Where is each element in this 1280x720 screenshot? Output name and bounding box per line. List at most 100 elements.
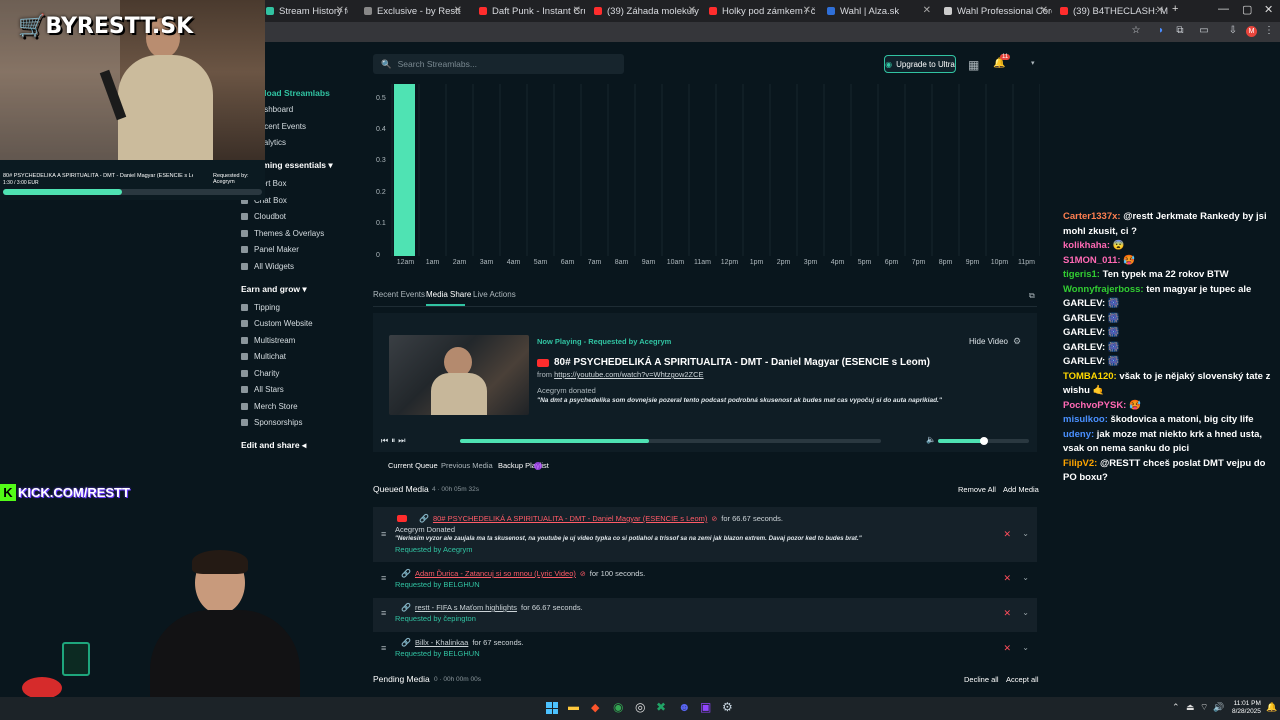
upgrade-button[interactable]: ◉ Upgrade to Ultra <box>884 55 956 73</box>
speaker-icon[interactable]: 🔊 <box>1213 702 1224 713</box>
puzzle-icon[interactable]: ⧉ <box>1175 26 1185 36</box>
sidebar-item-sponsorships[interactable]: Sponsorships <box>241 418 302 427</box>
browser-tab[interactable]: Wahl Professional Cordless De✕ <box>940 2 1052 20</box>
drag-handle-icon[interactable]: ≡ <box>381 573 386 583</box>
sidebar-item-panel-maker[interactable]: Panel Maker <box>241 245 299 254</box>
volume-icon[interactable]: 🔈 <box>926 435 936 444</box>
browser-tab[interactable]: Wahl | Alza.sk ✕ <box>823 2 935 20</box>
next-icon[interactable]: ⏭ <box>398 436 408 445</box>
start-button[interactable] <box>546 702 558 714</box>
tab-previous-media[interactable]: Previous Media <box>441 461 493 470</box>
close-tab-icon[interactable]: ✕ <box>1040 5 1048 16</box>
previous-icon[interactable]: ⏮ <box>381 436 391 445</box>
sidebar-item-all-widgets[interactable]: All Widgets <box>241 262 294 271</box>
close-tab-icon[interactable]: ✕ <box>1156 5 1164 16</box>
extension-icon[interactable]: ◗ <box>1156 26 1166 36</box>
remove-all-button[interactable]: Remove All <box>958 485 996 494</box>
discord-icon[interactable]: ☻ <box>678 700 691 714</box>
minimize-icon[interactable]: — <box>1218 3 1229 15</box>
search-input[interactable]: 🔍 Search Streamlabs... <box>373 54 624 74</box>
chart-bar[interactable] <box>394 84 415 256</box>
hide-video-button[interactable]: Hide Video <box>969 337 1008 346</box>
browser-tab[interactable]: Stream History for 8lerp Sl✕ <box>262 2 348 20</box>
drag-handle-icon[interactable]: ≡ <box>381 608 386 618</box>
browser-tab[interactable]: (39) Záhada molekuly DMT a j✕ <box>590 2 700 20</box>
profile-avatar[interactable]: M <box>1246 26 1257 37</box>
sidebar-item-custom-website[interactable]: Custom Website <box>241 319 313 328</box>
sidebar-section-edit-and-share[interactable]: Edit and share ◂ <box>241 440 306 451</box>
sidebar-icon[interactable]: ▭ <box>1199 26 1209 36</box>
close-tab-icon[interactable]: ✕ <box>454 5 462 16</box>
chevron-down-icon[interactable]: ⌄ <box>1022 608 1029 617</box>
close-tab-icon[interactable]: ✕ <box>803 5 811 16</box>
star-icon[interactable]: ☆ <box>1131 26 1141 36</box>
delete-icon[interactable]: ✕ <box>1003 608 1011 619</box>
clock[interactable]: 11:01 PM 8/28/2025 <box>1232 700 1261 716</box>
queue-item[interactable]: ≡ 🔗 80# PSYCHEDELIKÁ A SPIRITUALITA - DM… <box>373 507 1037 562</box>
queue-item[interactable]: ≡ 🔗 Billx - Khalinkaa for 67 seconds. Re… <box>373 633 1037 667</box>
close-tab-icon[interactable]: ✕ <box>688 5 696 16</box>
sidebar-item-charity[interactable]: Charity <box>241 369 279 378</box>
queue-item-title[interactable]: restt - FIFA s Maťom highlights <box>415 603 517 612</box>
browser-tab[interactable]: Daft Punk - Instant Crush (Vid✕ <box>475 2 585 20</box>
settings-gear-icon[interactable]: ⚙ <box>1013 336 1021 347</box>
apps-grid-icon[interactable]: ▦ <box>968 58 979 72</box>
steam-icon[interactable]: ⚙ <box>722 700 733 714</box>
new-tab-button[interactable]: + <box>1172 3 1178 15</box>
tab-recent-events[interactable]: Recent Events <box>373 290 425 299</box>
sidebar-item-tipping[interactable]: Tipping <box>241 303 280 312</box>
queue-item[interactable]: ≡ 🔗 Adam Ďurica - Zatancuj si so mnou (L… <box>373 563 1037 597</box>
tray-icon[interactable]: ⏏ <box>1186 702 1195 713</box>
media-url-link[interactable]: https://youtube.com/watch?v=Whtzgow2ZCE <box>554 370 703 379</box>
sidebar-section-earn-and-grow[interactable]: Earn and grow ▾ <box>241 284 307 295</box>
close-tab-icon[interactable]: ✕ <box>923 5 931 16</box>
decline-all-button[interactable]: Decline all <box>964 675 999 684</box>
tray-chevron-icon[interactable]: ⌃ <box>1172 702 1180 713</box>
popout-icon[interactable]: ⧉ <box>1029 291 1035 301</box>
volume-slider[interactable] <box>938 437 1029 445</box>
close-tab-icon[interactable]: ✕ <box>336 5 344 16</box>
delete-icon[interactable]: ✕ <box>1003 573 1011 584</box>
accept-all-button[interactable]: Accept all <box>1006 675 1039 684</box>
add-media-button[interactable]: Add Media <box>1003 485 1039 494</box>
drag-handle-icon[interactable]: ≡ <box>381 529 386 539</box>
chevron-down-icon[interactable]: ⌄ <box>1022 573 1029 582</box>
delete-icon[interactable]: ✕ <box>1003 643 1011 654</box>
chevron-down-icon[interactable]: ⌄ <box>1022 643 1029 652</box>
tab-live-actions[interactable]: Live Actions <box>473 290 516 299</box>
tab-current-queue[interactable]: Current Queue <box>388 461 438 470</box>
video-thumbnail[interactable] <box>389 335 529 415</box>
sidebar-item-themes[interactable]: Themes & Overlays <box>241 229 324 238</box>
brave-icon[interactable]: ◆ <box>591 701 599 714</box>
close-tab-icon[interactable]: ✕ <box>573 5 581 16</box>
file-explorer-icon[interactable]: ▬ <box>568 701 579 713</box>
wifi-icon[interactable]: ⌔ <box>1200 702 1208 713</box>
sidebar-item-merch-store[interactable]: Merch Store <box>241 402 298 411</box>
maximize-icon[interactable]: ▢ <box>1242 3 1252 16</box>
queue-item-title[interactable]: 80# PSYCHEDELIKÁ A SPIRITUALITA - DMT - … <box>433 514 707 523</box>
browser-tab[interactable]: (39) B4THECLASH: Maoge✕ <box>1056 2 1168 20</box>
download-icon[interactable]: ⇩ <box>1228 26 1238 36</box>
browser-tab[interactable]: Exclusive - by Restt ✕ <box>360 2 466 20</box>
sidebar-item-cloudbot[interactable]: Cloudbot <box>241 212 286 221</box>
sidebar-item-multichat[interactable]: Multichat <box>241 352 286 361</box>
excel-icon[interactable]: ✖ <box>656 700 666 714</box>
tab-media-share[interactable]: Media Share <box>426 290 471 299</box>
chevron-down-icon[interactable]: ⌄ <box>1022 529 1029 538</box>
notification-icon[interactable]: 🔔 <box>1266 702 1277 713</box>
queue-item-title[interactable]: Billx - Khalinkaa <box>415 638 468 647</box>
volume-knob[interactable] <box>979 437 988 445</box>
menu-icon[interactable]: ⋮ <box>1264 26 1274 36</box>
account-dropdown-icon[interactable]: ▾ <box>1031 59 1035 67</box>
progress-bar[interactable] <box>460 439 881 443</box>
obs-icon[interactable]: ◎ <box>635 700 645 714</box>
sidebar-item-all-stars[interactable]: All Stars <box>241 385 284 394</box>
queue-item-title[interactable]: Adam Ďurica - Zatancuj si so mnou (Lyric… <box>415 569 576 578</box>
queue-item[interactable]: ≡ 🔗 restt - FIFA s Maťom highlights for … <box>373 598 1037 632</box>
delete-icon[interactable]: ✕ <box>1003 529 1011 540</box>
close-window-icon[interactable]: ✕ <box>1264 3 1273 16</box>
chrome-icon[interactable]: ◉ <box>613 700 623 714</box>
sidebar-item-multistream[interactable]: Multistream <box>241 336 295 345</box>
drag-handle-icon[interactable]: ≡ <box>381 643 386 653</box>
twitch-icon[interactable]: ▣ <box>700 700 711 714</box>
